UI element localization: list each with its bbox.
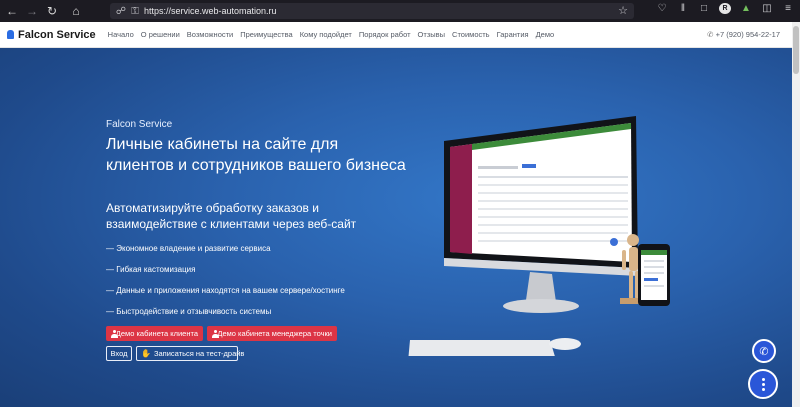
phone-number: +7 (920) 954-22-17 — [715, 30, 780, 39]
testdrive-button[interactable]: ✋ Записаться на тест-драйв — [136, 346, 244, 361]
phone-illustration — [638, 244, 670, 306]
hero-title: Личные кабинеты на сайте для клиентов и … — [106, 136, 406, 174]
back-icon[interactable]: ← — [4, 3, 20, 19]
reader-icon[interactable]: □ — [698, 3, 710, 14]
login-label: Вход — [110, 349, 128, 358]
nav-link-pricing[interactable]: Стоимость — [452, 30, 490, 39]
feature-item: — Данные и приложения находятся на вашем… — [106, 286, 345, 295]
nav-link-guarantee[interactable]: Гарантия — [497, 30, 529, 39]
scrollbar-thumb[interactable] — [793, 26, 799, 74]
demo-manager-button[interactable]: Демо кабинета менеджера точки — [207, 326, 337, 341]
nav-link-demo[interactable]: Демо — [536, 30, 555, 39]
shield-icon[interactable]: ☍ — [114, 6, 128, 17]
library-icon[interactable]: ‖ — [677, 3, 689, 14]
demo-client-button[interactable]: Демо кабинета клиента — [106, 326, 203, 341]
hero-section: Falcon Service Личные кабинеты на сайте … — [0, 48, 792, 407]
main-nav: Начало О решении Возможности Преимуществ… — [108, 30, 555, 39]
nav-link-process[interactable]: Порядок работ — [359, 30, 411, 39]
testdrive-label: Записаться на тест-драйв — [153, 349, 245, 358]
brand-logo[interactable]: Falcon Service — [7, 29, 96, 41]
lock-icon[interactable]: ⚿ — [128, 6, 142, 17]
mouse-illustration — [549, 338, 581, 350]
browser-toolbar: ← → ↻ ⌂ ☍ ⚿ https://service.web-automati… — [0, 0, 800, 22]
home-icon[interactable]: ⌂ — [68, 3, 84, 19]
extension-icon[interactable]: R — [719, 3, 731, 14]
forward-icon[interactable]: → — [24, 3, 40, 19]
login-button[interactable]: Вход — [106, 346, 132, 361]
address-bar[interactable]: ☍ ⚿ https://service.web-automation.ru ☆ — [110, 3, 634, 19]
header-phone[interactable]: ✆ +7 (920) 954-22-17 — [707, 30, 780, 39]
monitor-illustration — [444, 116, 638, 313]
hero-lead: Автоматизируйте обработку заказов и взаи… — [106, 201, 357, 231]
nav-link-home[interactable]: Начало — [108, 30, 134, 39]
bookmark-star-icon[interactable]: ☆ — [618, 4, 628, 17]
extensions-puzzle-icon[interactable]: ◫ — [761, 3, 773, 14]
whatsapp-icon: ✆ — [707, 30, 714, 39]
more-vertical-icon — [761, 382, 765, 386]
hero-illustration — [408, 116, 670, 356]
feature-item: — Экономное владение и развитие сервиса — [106, 244, 271, 253]
nav-link-reviews[interactable]: Отзывы — [418, 30, 445, 39]
hero-subtitle: Falcon Service — [106, 119, 173, 130]
nav-link-features[interactable]: Возможности — [187, 30, 233, 39]
menu-icon[interactable]: ≡ — [782, 3, 794, 14]
demo-manager-label: Демо кабинета менеджера точки — [217, 329, 332, 338]
nav-link-about[interactable]: О решении — [141, 30, 180, 39]
reload-icon[interactable]: ↻ — [44, 3, 60, 19]
lock-brand-icon — [7, 30, 14, 39]
nav-link-advantages[interactable]: Преимущества — [240, 30, 292, 39]
user-icon — [212, 329, 221, 338]
nav-link-audience[interactable]: Кому подойдет — [300, 30, 352, 39]
feature-item: — Быстродействие и отзывчивость системы — [106, 307, 272, 316]
user-icon — [111, 329, 118, 338]
extension-leaf-icon[interactable]: ▲ — [740, 3, 752, 14]
page-scrollbar[interactable] — [792, 22, 800, 407]
brand-name: Falcon Service — [18, 28, 96, 41]
browser-toolbar-right: ♡ ‖ □ R ▲ ◫ ≡ — [656, 3, 794, 14]
hand-pointer-icon: ✋ — [141, 349, 151, 358]
more-actions-button[interactable] — [748, 369, 778, 399]
url-text[interactable]: https://service.web-automation.ru — [144, 6, 277, 16]
phone-icon: ✆ — [759, 345, 769, 358]
callback-phone-button[interactable]: ✆ — [752, 339, 776, 363]
feature-item: — Гибкая кастомизация — [106, 265, 196, 274]
demo-client-label: Демо кабинета клиента — [115, 329, 198, 338]
site-header: Falcon Service Начало О решении Возможно… — [0, 22, 792, 48]
pocket-icon[interactable]: ♡ — [656, 3, 668, 14]
